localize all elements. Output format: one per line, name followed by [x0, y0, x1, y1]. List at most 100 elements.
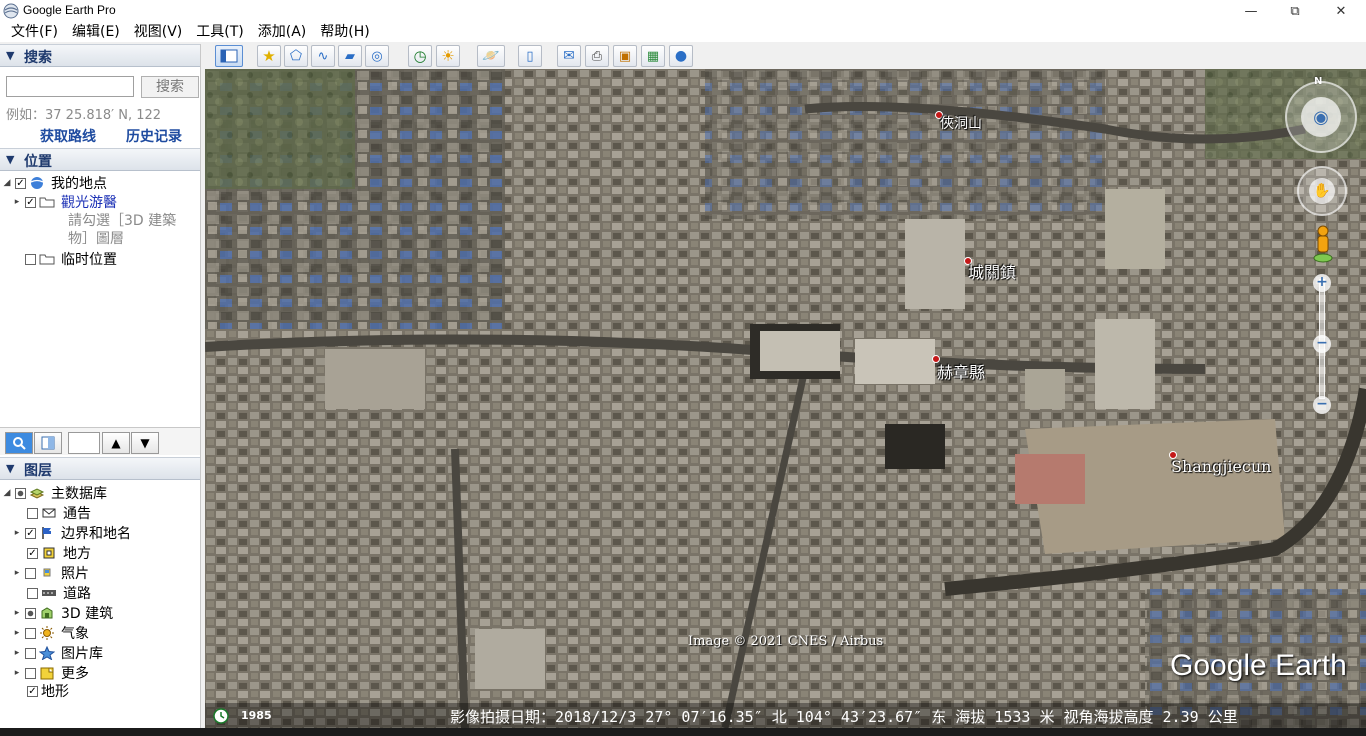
- collapse-arrow-icon[interactable]: ◢: [2, 178, 12, 188]
- checkbox[interactable]: ✓: [27, 685, 38, 697]
- menu-help[interactable]: 帮助(H): [313, 22, 376, 42]
- menu-edit[interactable]: 编辑(E): [65, 22, 127, 42]
- checkbox[interactable]: [25, 627, 36, 639]
- expand-arrow-icon[interactable]: ▸: [12, 568, 22, 578]
- menu-view[interactable]: 视图(V): [127, 22, 190, 42]
- look-joystick[interactable]: ◉: [1285, 81, 1357, 153]
- satellite-imagery[interactable]: [205, 69, 1366, 728]
- layer-more[interactable]: ▸ 更多: [12, 664, 89, 682]
- checkbox[interactable]: [25, 607, 36, 619]
- places-blank-field[interactable]: [68, 432, 100, 454]
- checkbox[interactable]: [25, 253, 36, 265]
- search-panel-header[interactable]: ▼ 搜索: [0, 44, 200, 67]
- map-view[interactable]: 俠洞山 城關鎮 赫章縣 Shangjiecun N ◉ ✋ + − − Imag…: [205, 69, 1366, 728]
- checkbox[interactable]: ✓: [25, 527, 36, 539]
- history-link[interactable]: 历史记录: [126, 126, 182, 146]
- place-label[interactable]: Shangjiecun: [1171, 457, 1271, 476]
- sidebar-toggle-button[interactable]: [215, 45, 243, 67]
- zoom-slider-thumb[interactable]: −: [1313, 335, 1331, 353]
- restore-button[interactable]: ⧉: [1272, 0, 1318, 22]
- place-label[interactable]: 赫章縣: [937, 359, 985, 383]
- status-readout: 影像拍摄日期：2018/12/3 27° 07′16.35″ 北 104° 43…: [450, 708, 1238, 726]
- place-label[interactable]: 城關鎮: [968, 259, 1016, 283]
- zoom-in-button[interactable]: +: [1313, 274, 1331, 292]
- panel-toggle-button[interactable]: [34, 432, 62, 454]
- get-directions-link[interactable]: 获取路线: [40, 126, 96, 146]
- layer-gallery[interactable]: ▸ 图片库: [12, 644, 103, 662]
- collapse-triangle-icon[interactable]: ▼: [6, 49, 14, 62]
- eye-icon[interactable]: ◉: [1301, 97, 1341, 137]
- sunlight-button[interactable]: ☀: [436, 45, 460, 67]
- search-panel-title: 搜索: [24, 50, 52, 66]
- add-placemark-button[interactable]: ★: [257, 45, 281, 67]
- historical-year[interactable]: 1985: [241, 709, 272, 722]
- layer-3d-buildings[interactable]: ▸ 3D 建筑: [12, 604, 113, 622]
- add-overlay-button[interactable]: ▰: [338, 45, 362, 67]
- street-view-pegman-icon[interactable]: [1312, 224, 1334, 264]
- move-down-button[interactable]: ▼: [131, 432, 159, 454]
- collapse-triangle-icon[interactable]: ▼: [6, 153, 14, 166]
- expand-arrow-icon[interactable]: ▸: [12, 648, 22, 658]
- checkbox[interactable]: [25, 567, 36, 579]
- ruler-button[interactable]: ▯: [518, 45, 542, 67]
- minimize-button[interactable]: —: [1228, 0, 1274, 22]
- layer-label: 边界和地名: [61, 526, 131, 542]
- folder-note-line: 請勾選［3D 建築: [68, 213, 177, 229]
- checkbox[interactable]: ✓: [15, 177, 26, 189]
- historical-imagery-button[interactable]: ◷: [408, 45, 432, 67]
- close-button[interactable]: ✕: [1318, 0, 1364, 22]
- collapse-arrow-icon[interactable]: ◢: [2, 488, 12, 498]
- expand-arrow-icon[interactable]: ▸: [12, 528, 22, 538]
- checkbox[interactable]: [27, 507, 38, 519]
- tree-item-my-places[interactable]: ◢ ✓ 我的地点: [2, 174, 107, 192]
- checkbox[interactable]: ✓: [27, 547, 38, 559]
- menu-add[interactable]: 添加(A): [251, 22, 314, 42]
- checkbox[interactable]: [25, 647, 36, 659]
- move-joystick[interactable]: ✋: [1297, 166, 1347, 216]
- tree-item-tour-folder[interactable]: ▸ ✓ 觀光游醫: [12, 193, 117, 211]
- expand-arrow-icon[interactable]: ▸: [12, 628, 22, 638]
- title-bar: Google Earth Pro — ⧉ ✕: [0, 0, 1366, 22]
- search-button[interactable]: 搜索: [141, 76, 199, 98]
- expand-arrow-icon[interactable]: ▸: [12, 197, 22, 207]
- zoom-out-button[interactable]: −: [1313, 396, 1331, 414]
- record-tour-button[interactable]: ◎: [365, 45, 389, 67]
- layer-borders-labels[interactable]: ▸ ✓ 边界和地名: [12, 524, 131, 542]
- layer-photos[interactable]: ▸ 照片: [12, 564, 89, 582]
- menu-tools[interactable]: 工具(T): [189, 22, 250, 42]
- checkbox[interactable]: ✓: [25, 196, 36, 208]
- layer-roads[interactable]: 道路: [24, 584, 91, 602]
- historical-clock-icon[interactable]: [213, 708, 229, 724]
- tree-item-temporary-places[interactable]: 临时位置: [12, 250, 117, 268]
- print-button[interactable]: ⎙: [585, 45, 609, 67]
- search-places-button[interactable]: [5, 432, 33, 454]
- layer-weather[interactable]: ▸ 气象: [12, 624, 89, 642]
- tree-item-label: 觀光游醫: [61, 195, 117, 211]
- collapse-triangle-icon[interactable]: ▼: [6, 462, 14, 475]
- layers-panel-header[interactable]: ▼ 图层: [0, 457, 200, 480]
- menu-file[interactable]: 文件(F): [4, 22, 65, 42]
- add-polygon-button[interactable]: ⬠: [284, 45, 308, 67]
- switch-planet-button[interactable]: 🪐: [477, 45, 505, 67]
- save-image-button[interactable]: ▣: [613, 45, 637, 67]
- earth-gallery-button[interactable]: ●: [669, 45, 693, 67]
- move-up-button[interactable]: ▲: [102, 432, 130, 454]
- expand-arrow-icon[interactable]: ▸: [12, 608, 22, 618]
- search-input[interactable]: [6, 76, 134, 97]
- checkbox[interactable]: [25, 667, 36, 679]
- email-button[interactable]: ✉: [557, 45, 581, 67]
- expand-arrow-icon[interactable]: ▸: [12, 668, 22, 678]
- place-label[interactable]: 俠洞山: [940, 113, 982, 133]
- layer-terrain[interactable]: ✓ 地形: [24, 682, 69, 700]
- layer-primary-database[interactable]: ◢ 主数据库: [2, 484, 107, 502]
- checkbox[interactable]: [27, 587, 38, 599]
- building-icon: [41, 607, 53, 619]
- hand-icon[interactable]: ✋: [1309, 178, 1335, 204]
- places-panel-header[interactable]: ▼ 位置: [0, 148, 200, 171]
- add-path-button[interactable]: ∿: [311, 45, 335, 67]
- layer-notices[interactable]: 通告: [24, 504, 91, 522]
- view-in-maps-button[interactable]: ▦: [641, 45, 665, 67]
- layer-label: 3D 建筑: [61, 606, 114, 622]
- checkbox[interactable]: [15, 487, 26, 499]
- layer-places[interactable]: ✓ 地方: [24, 544, 91, 562]
